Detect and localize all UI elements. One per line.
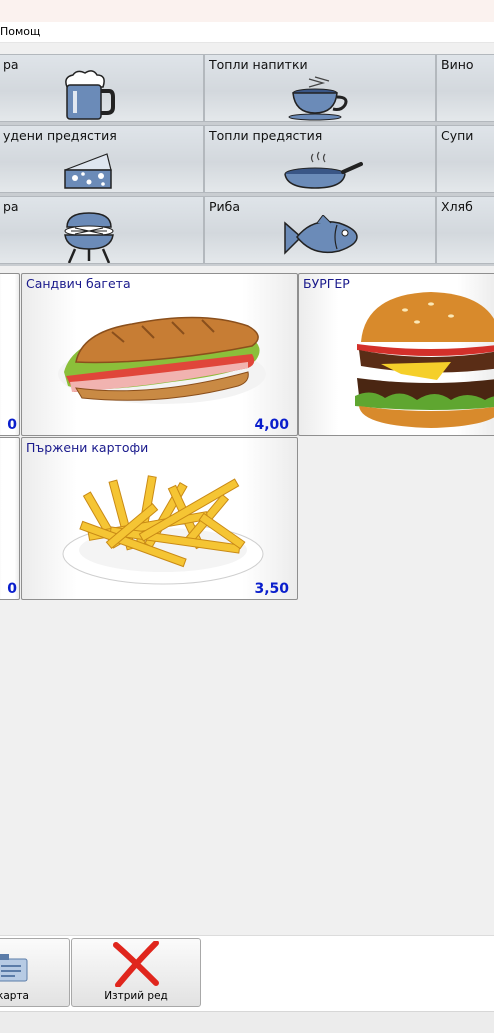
category-label: Хляб [441, 199, 473, 214]
frying-pan-icon [284, 151, 363, 189]
category-label: удени предястия [3, 128, 117, 143]
product-area: 0 Сандвич багета 4,00 БУРГЕР 0 Пържени к… [0, 270, 494, 935]
card-button[interactable]: карта [0, 938, 70, 1007]
category-wine[interactable]: Вино [436, 54, 494, 122]
category-label: ра [3, 199, 19, 214]
category-fish[interactable]: Риба [204, 196, 436, 264]
coffee-cup-icon [288, 76, 348, 121]
delete-row-button[interactable]: Изтрий ред [71, 938, 201, 1007]
category-label: Топли предястия [209, 128, 323, 143]
category-label: Риба [209, 199, 241, 214]
product-tile-partial[interactable]: 0 [0, 437, 20, 600]
product-price: 0 [7, 581, 17, 597]
product-tile-partial[interactable]: 0 [0, 273, 20, 436]
red-x-delete-icon [113, 941, 159, 987]
french-fries-image-icon [62, 475, 264, 585]
category-beer[interactable]: ра [0, 54, 204, 122]
grill-icon [64, 212, 114, 263]
product-tile-french-fries[interactable]: Пържени картофи 3,50 [21, 437, 298, 600]
category-grid: ра Топли напитки Вино удени предястия То… [0, 54, 494, 266]
product-price: 3,50 [254, 581, 289, 597]
sandwich-image-icon [58, 316, 266, 404]
category-label: ра [3, 57, 19, 72]
cheese-icon [64, 153, 112, 189]
category-cold-starters[interactable]: удени предястия [0, 125, 204, 193]
product-name: Пържени картофи [26, 440, 149, 455]
beer-mug-icon [65, 70, 115, 120]
category-label: Супи [441, 128, 474, 143]
category-label: Вино [441, 57, 474, 72]
card-icon [0, 954, 28, 982]
burger-image-icon [355, 292, 494, 428]
product-tile-burger[interactable]: БУРГЕР [298, 273, 494, 436]
category-hot-starters[interactable]: Топли предястия [204, 125, 436, 193]
delete-row-label: Изтрий ред [104, 990, 168, 1002]
card-button-label: карта [0, 990, 29, 1002]
bottom-toolbar: карта Изтрий ред [0, 935, 494, 1011]
fish-icon [284, 215, 358, 255]
title-bar-strip [0, 0, 494, 22]
menu-bar: Помощ [0, 22, 494, 43]
category-soups[interactable]: Супи [436, 125, 494, 193]
category-hot-drinks[interactable]: Топли напитки [204, 54, 436, 122]
category-bread[interactable]: Хляб [436, 196, 494, 264]
product-name: Сандвич багета [26, 276, 131, 291]
menu-item-help[interactable]: Помощ [0, 25, 40, 38]
category-grill[interactable]: ра [0, 196, 204, 264]
status-bar [0, 1011, 494, 1033]
product-price: 4,00 [254, 417, 289, 433]
product-price: 0 [7, 417, 17, 433]
product-tile-baguette-sandwich[interactable]: Сандвич багета 4,00 [21, 273, 298, 436]
